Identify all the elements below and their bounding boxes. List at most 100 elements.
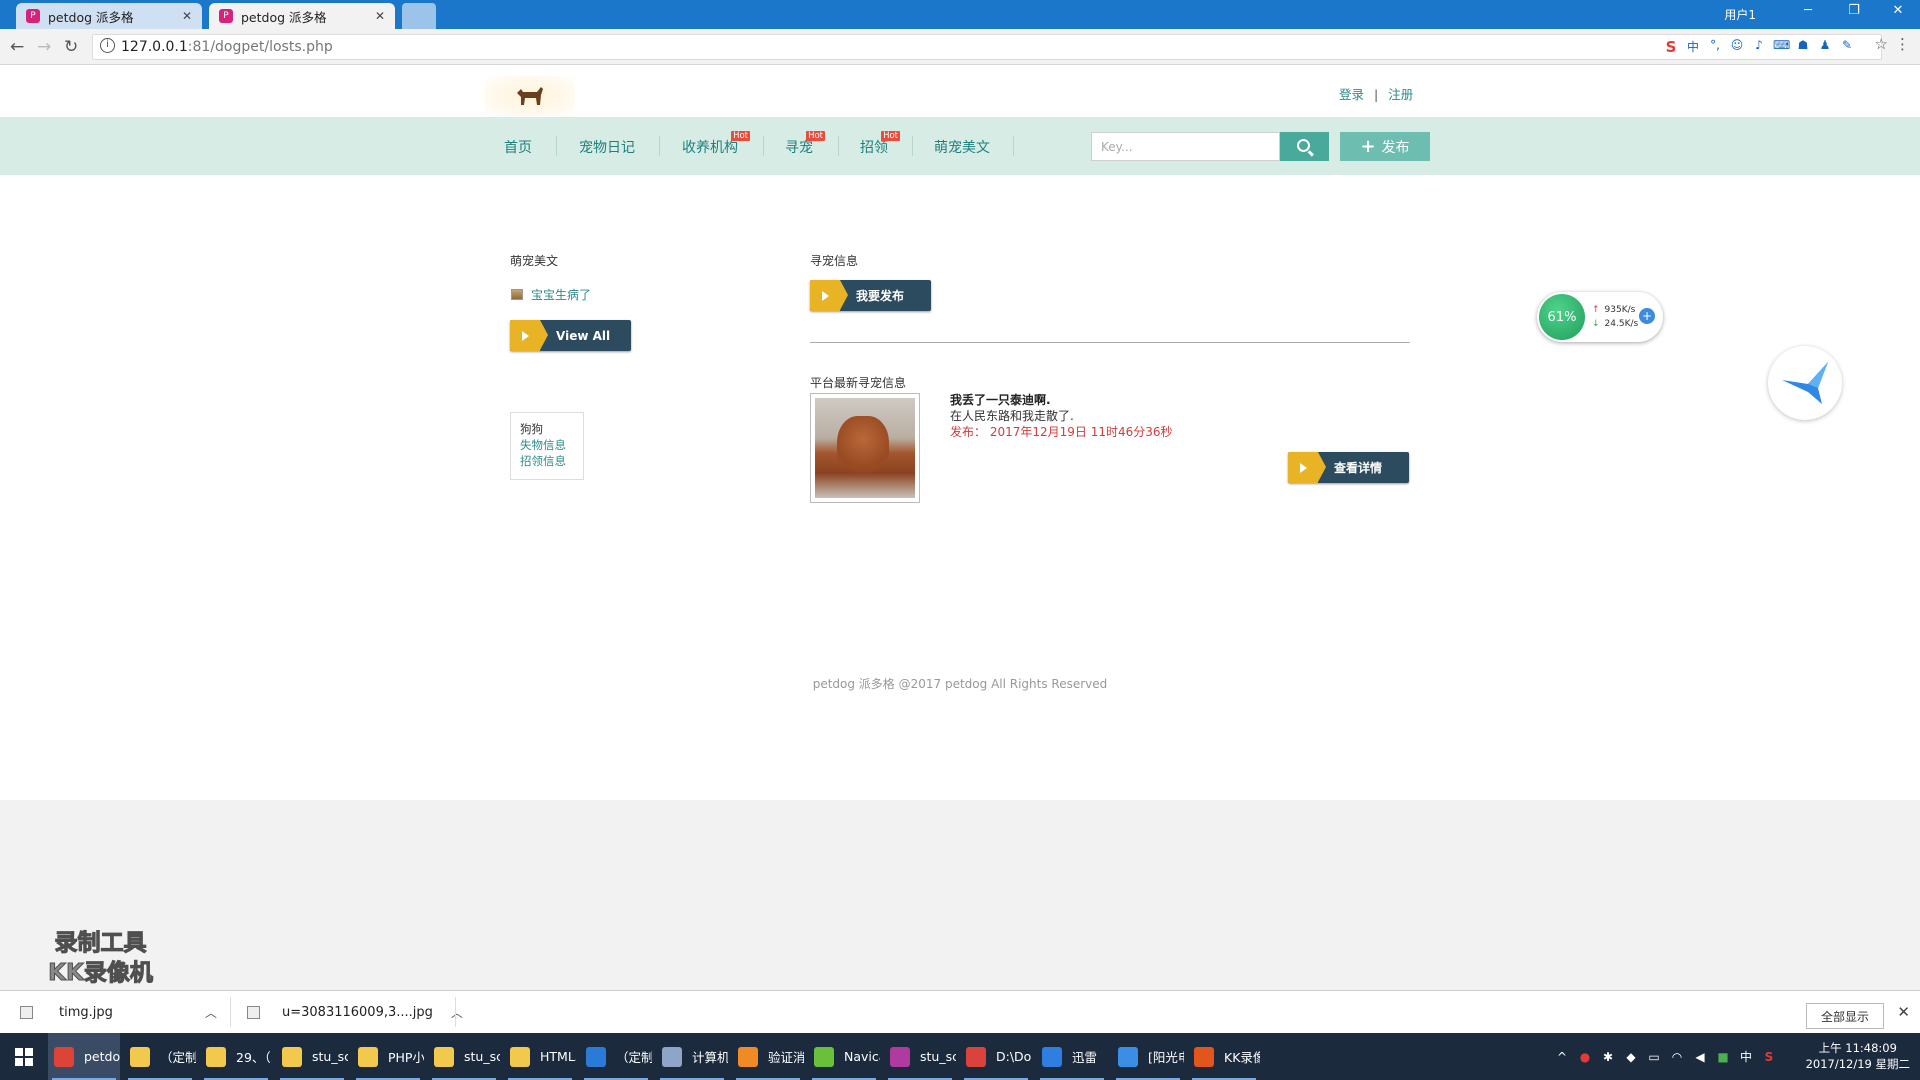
- ime-emoji-icon[interactable]: ☺: [1729, 38, 1745, 54]
- taskbar-item[interactable]: D:\Do...: [960, 1033, 1032, 1080]
- window-close-icon[interactable]: ✕: [1878, 3, 1918, 18]
- taskbar-item-label: 迅雷: [1072, 1050, 1098, 1065]
- search-input[interactable]: Key...: [1091, 132, 1280, 161]
- chevron-up-icon[interactable]: ︿: [205, 1004, 217, 1021]
- taskbar-item-label: [阳光电...: [1148, 1050, 1184, 1065]
- browser-tab-1[interactable]: P petdog 派多格 ✕: [16, 3, 202, 29]
- taskbar-app-icon: [1194, 1046, 1214, 1067]
- plus-icon: +: [1360, 136, 1376, 157]
- ime-indicator[interactable]: 中: [1739, 1048, 1753, 1065]
- battery-icon[interactable]: ▭: [1647, 1050, 1661, 1064]
- taskbar-app-icon: [1042, 1046, 1062, 1067]
- back-icon[interactable]: ←: [10, 37, 24, 57]
- wifi-icon[interactable]: ◠: [1670, 1050, 1684, 1064]
- site-logo[interactable]: [485, 76, 575, 116]
- show-all-downloads-button[interactable]: 全部显示: [1805, 1003, 1884, 1029]
- download-item[interactable]: timg.jpg ︿: [20, 991, 217, 1033]
- view-all-button[interactable]: View All: [510, 320, 631, 351]
- new-tab-button[interactable]: [402, 3, 436, 29]
- nav-item-pet-articles[interactable]: 萌宠美文: [934, 137, 990, 157]
- xunlei-float-widget[interactable]: [1768, 346, 1842, 420]
- hot-badge: Hot: [881, 131, 900, 141]
- start-button[interactable]: [0, 1033, 48, 1080]
- ime-chinese-icon[interactable]: 中: [1685, 38, 1701, 54]
- bluetooth-icon[interactable]: ✱: [1601, 1050, 1615, 1064]
- network-speed-widget[interactable]: 61% ↑ 935K/s ↓ 24.5K/s +: [1537, 292, 1663, 342]
- article-list-item[interactable]: 宝宝生病了: [511, 286, 591, 303]
- tray-security-icon[interactable]: ●: [1578, 1050, 1592, 1064]
- tab-close-icon[interactable]: ✕: [182, 9, 192, 23]
- nav-item-lost-pets[interactable]: 寻宠 Hot: [785, 131, 825, 157]
- nav-item-home[interactable]: 首页: [504, 137, 532, 157]
- tray-expand-icon[interactable]: ^: [1555, 1050, 1569, 1064]
- sogou-tray-icon[interactable]: S: [1762, 1050, 1776, 1064]
- chevron-up-icon[interactable]: ︿: [451, 1004, 463, 1021]
- taskbar-item[interactable]: petdog...: [48, 1033, 120, 1080]
- taskbar-item[interactable]: （定制...: [124, 1033, 196, 1080]
- tab-title: petdog 派多格: [241, 9, 327, 25]
- publish-button[interactable]: + 发布: [1340, 132, 1430, 161]
- category-link-lost[interactable]: 失物信息: [520, 437, 574, 453]
- tray-app-icon[interactable]: ◆: [1624, 1050, 1638, 1064]
- login-link[interactable]: 登录: [1339, 87, 1364, 102]
- browser-tab-2[interactable]: P petdog 派多格 ✕: [209, 3, 395, 29]
- info-icon[interactable]: i: [100, 38, 115, 53]
- ime-punct-icon[interactable]: °,: [1707, 38, 1723, 54]
- address-bar[interactable]: i 127.0.0.1:81/dogpet/losts.php S 中 °, ☺…: [92, 34, 1882, 60]
- taskbar-item-label: stu_sco...: [312, 1049, 348, 1064]
- nav-divider: [763, 136, 764, 156]
- listing-image-frame[interactable]: [810, 393, 920, 503]
- taskbar-item-label: 计算机...: [692, 1050, 728, 1065]
- menu-icon[interactable]: ⋮: [1895, 35, 1910, 53]
- nav-item-pet-diary[interactable]: 宠物日记: [579, 137, 635, 157]
- download-item[interactable]: u=3083116009,3....jpg ︿: [247, 991, 463, 1033]
- taskbar-item[interactable]: stu_sco...: [276, 1033, 348, 1080]
- listing-title[interactable]: 我丢了一只泰迪啊.: [950, 391, 1051, 408]
- tab-close-icon[interactable]: ✕: [375, 9, 385, 23]
- taskbar-item[interactable]: [阳光电...: [1112, 1033, 1184, 1080]
- forward-icon[interactable]: →: [37, 37, 51, 57]
- nav-item-adoption[interactable]: 收养机构 Hot: [682, 131, 750, 157]
- taskbar-item[interactable]: KK录像...: [1188, 1033, 1260, 1080]
- url-text: 127.0.0.1:81/dogpet/losts.php: [121, 39, 333, 55]
- reload-icon[interactable]: ↻: [64, 37, 78, 57]
- taskbar-item[interactable]: stu_sco...: [428, 1033, 500, 1080]
- ime-voice-icon[interactable]: ♪: [1751, 38, 1767, 54]
- footer-band: [0, 800, 1920, 990]
- ime-tools-icon[interactable]: ✎: [1839, 38, 1855, 54]
- register-link[interactable]: 注册: [1388, 87, 1413, 102]
- taskbar-item[interactable]: （定制...: [580, 1033, 652, 1080]
- plus-icon[interactable]: +: [1639, 308, 1655, 324]
- category-link-found[interactable]: 招领信息: [520, 453, 574, 469]
- taskbar-app-icon: [586, 1046, 606, 1067]
- arrow-icon: [810, 280, 848, 311]
- tab-title: petdog 派多格: [48, 9, 134, 25]
- article-link[interactable]: 宝宝生病了: [531, 286, 591, 303]
- close-download-bar-icon[interactable]: ✕: [1897, 1003, 1910, 1021]
- taskbar-item[interactable]: 验证消息: [732, 1033, 804, 1080]
- taskbar-item[interactable]: HTML5...: [504, 1033, 576, 1080]
- taskbar-item[interactable]: 29、（...: [200, 1033, 272, 1080]
- post-lost-pet-button[interactable]: 我要发布: [810, 280, 931, 311]
- taskbar-item[interactable]: 计算机...: [656, 1033, 728, 1080]
- taskbar-item[interactable]: Navica...: [808, 1033, 880, 1080]
- image-file-icon: [247, 1005, 260, 1019]
- browser-titlebar: P petdog 派多格 ✕ P petdog 派多格 ✕ 用户1 ─ ❐ ✕: [0, 0, 1920, 29]
- tray-green-icon[interactable]: ■: [1716, 1050, 1730, 1064]
- taskbar-app-icon: [662, 1046, 682, 1067]
- nav-item-found-pets[interactable]: 招领 Hot: [860, 131, 900, 157]
- system-clock[interactable]: 上午 11:48:09 2017/12/19 星期二: [1806, 1040, 1910, 1072]
- search-button[interactable]: [1280, 132, 1329, 161]
- volume-icon[interactable]: ◀: [1693, 1050, 1707, 1064]
- ime-user-icon[interactable]: ☗: [1795, 38, 1811, 54]
- restore-icon[interactable]: ❐: [1834, 3, 1874, 18]
- taskbar-item[interactable]: PHP小...: [352, 1033, 424, 1080]
- view-details-button[interactable]: 查看详情: [1288, 452, 1409, 483]
- ime-skin-icon[interactable]: ♟: [1817, 38, 1833, 54]
- ime-keyboard-icon[interactable]: ⌨: [1773, 38, 1790, 54]
- taskbar-item[interactable]: stu_sco...: [884, 1033, 956, 1080]
- minimize-icon[interactable]: ─: [1788, 3, 1828, 18]
- taskbar-item[interactable]: 迅雷: [1036, 1033, 1108, 1080]
- bookmark-star-icon[interactable]: ☆: [1875, 35, 1888, 53]
- sogou-icon[interactable]: S: [1663, 38, 1679, 56]
